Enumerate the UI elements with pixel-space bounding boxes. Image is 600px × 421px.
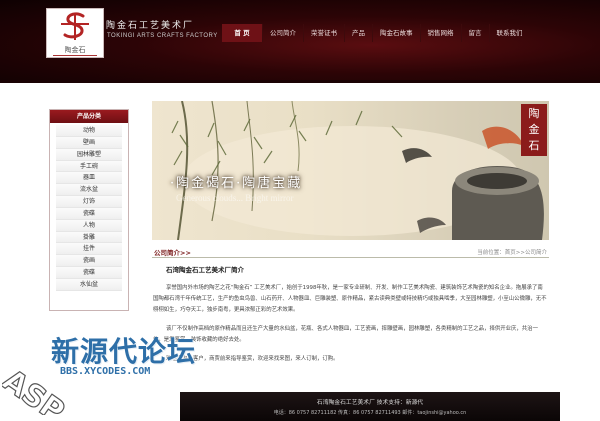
logo[interactable]: 陶金石 <box>46 8 104 58</box>
nav-item-products[interactable]: 产品 <box>344 24 372 42</box>
category-item[interactable]: 手工碗 <box>56 160 122 173</box>
header: 陶金石 陶金石工艺美术厂 TOKINGI ARTS CRAFTS FACTORY… <box>0 0 600 83</box>
article-paragraph: 享誉国内外市场的陶艺之花“陶金石” 工艺美术厂，始创于1998年秋，是一家专业研… <box>153 285 547 314</box>
hero-banner: ·陶金碣石·陶唐宝藏 Generous clouds... Bright mir… <box>152 101 549 240</box>
product-category-sidebar: 产品分类 动物 壁画 园林雕塑 手工碗 器皿 流水盆 灯饰 瓷碟 人物 掛雕 挂… <box>49 109 129 311</box>
category-item[interactable]: 人物 <box>56 219 122 232</box>
nav-item-home[interactable]: 首 页 <box>222 24 262 42</box>
footer-copyright: 石湾陶金石工艺美术厂 技术支持：新源代 <box>316 400 424 406</box>
footer: 石湾陶金石工艺美术厂 技术支持：新源代 电话：86 0757 82711182 … <box>180 392 560 421</box>
header-divider <box>0 80 600 83</box>
banner-slogan-english: Generous clouds... Bright mirror <box>176 193 294 203</box>
category-item[interactable]: 水仙盆 <box>56 278 122 291</box>
brand-name: 陶金石工艺美术厂 <box>106 21 195 31</box>
seal-char: 陶 <box>528 107 540 120</box>
nav-item-contact[interactable]: 联系我们 <box>488 24 530 42</box>
category-item[interactable]: 瓷碟 <box>56 207 122 220</box>
nav-item-about[interactable]: 公司简介 <box>262 24 303 42</box>
seal-char: 金 <box>528 123 540 136</box>
category-list: 动物 壁画 园林雕塑 手工碗 器皿 流水盆 灯饰 瓷碟 人物 掛雕 挂件 瓷画 … <box>50 123 128 293</box>
logo-text: 陶金石 <box>64 46 86 54</box>
section-header: 公司简介>> 当前位置：首页>>公司简介 <box>152 246 549 258</box>
sidebar-title: 产品分类 <box>50 110 128 123</box>
footer-contact: 电话：86 0757 82711182 传真：86 0757 82711493 … <box>273 410 467 416</box>
main-nav: 首 页 公司简介 荣誉证书 产品 陶金石故事 销售网络 留言 联系我们 <box>222 24 530 42</box>
category-item[interactable]: 动物 <box>56 125 122 137</box>
banner-artwork <box>171 101 544 240</box>
nav-item-story[interactable]: 陶金石故事 <box>372 24 420 42</box>
category-item[interactable]: 灯饰 <box>56 196 122 208</box>
nav-item-sales-network[interactable]: 销售网络 <box>419 24 461 42</box>
article-title: 石湾陶金石工艺美术厂简介 <box>166 266 244 274</box>
article-paragraph: 欢迎海内外客户，商贾前来指导鉴赏，欢迎来找来图，来人订制，订购。 <box>166 356 339 362</box>
category-item[interactable]: 瓷碟 <box>56 267 122 279</box>
category-item[interactable]: 挂件 <box>56 243 122 256</box>
category-item[interactable]: 园林雕塑 <box>56 148 122 161</box>
banner-seal: 陶 金 石 <box>521 104 547 156</box>
nav-item-guestbook[interactable]: 留言 <box>460 24 489 42</box>
logo-underline <box>53 55 97 56</box>
category-item[interactable]: 流水盆 <box>56 184 122 197</box>
category-item[interactable]: 掛雕 <box>56 231 122 244</box>
watermark-text: 新源代论坛 <box>51 335 197 368</box>
logo-mark-icon <box>61 12 89 40</box>
category-item[interactable]: 瓷画 <box>56 255 122 268</box>
article-paragraph: 该厂不仅制作高档的原作精品而且还生产大量的水仙盆，花瓶、各式人物器皿，工艺瓷画，… <box>153 326 538 344</box>
section-title: 公司简介>> <box>154 249 191 257</box>
banner-slogan: ·陶金碣石·陶唐宝藏 <box>170 176 303 191</box>
nav-item-certificates[interactable]: 荣誉证书 <box>303 24 344 42</box>
seal-char: 石 <box>528 139 540 152</box>
brand-name-english: TOKINGI ARTS CRAFTS FACTORY <box>107 33 218 39</box>
breadcrumb[interactable]: 当前位置：首页>>公司简介 <box>477 248 547 256</box>
watermark-url: BBS.XYCODES.COM <box>60 366 151 377</box>
category-item[interactable]: 壁画 <box>56 136 122 149</box>
category-item[interactable]: 器皿 <box>56 172 122 185</box>
